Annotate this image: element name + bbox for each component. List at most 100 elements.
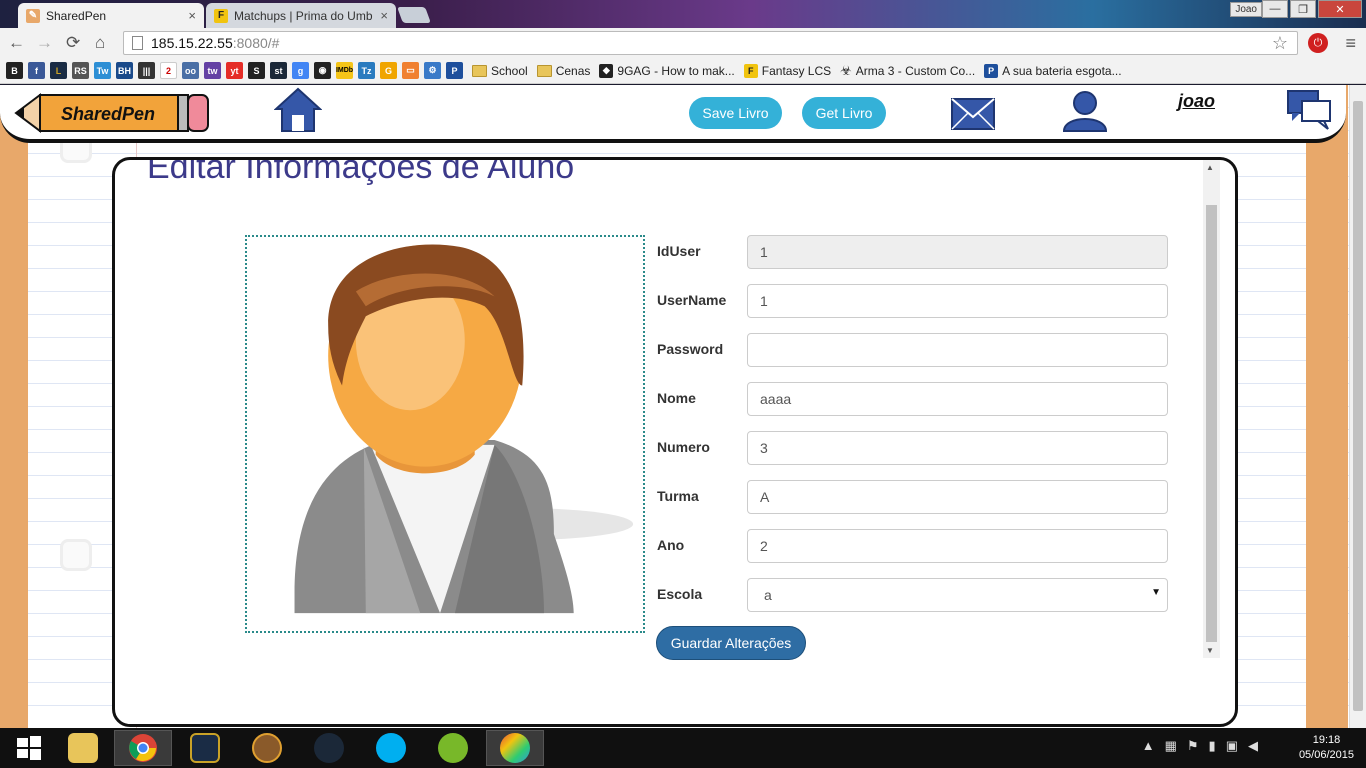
s-icon[interactable]: S	[248, 62, 265, 79]
page-scrollbar-thumb[interactable]	[1353, 101, 1363, 711]
tray-volume-icon[interactable]: ◀	[1248, 738, 1258, 754]
taskbar-chrome[interactable]	[114, 730, 172, 766]
clock-date: 05/06/2015	[1298, 749, 1354, 761]
escola-select[interactable]: a ▼	[747, 578, 1168, 612]
adblock-extension-icon[interactable]: ⏻	[1308, 33, 1328, 53]
form-row-ano: Ano 2	[657, 529, 1169, 563]
g-icon[interactable]: G	[380, 62, 397, 79]
windows-logo-icon	[17, 736, 41, 760]
scroll-down-icon[interactable]: ▼	[1206, 646, 1214, 655]
form-row-escola: Escola a ▼	[657, 578, 1169, 612]
address-bar[interactable]: 185.15.22.55 :8080/#	[123, 31, 1298, 55]
turma-label: Turma	[657, 488, 699, 504]
page-scrollbar[interactable]	[1349, 85, 1366, 728]
taskbar-explorer[interactable]	[54, 730, 112, 766]
tab-matchups[interactable]: F Matchups | Prima do Umb ×	[206, 3, 396, 28]
home-icon[interactable]	[274, 87, 322, 133]
user-photo[interactable]	[245, 235, 645, 633]
get-livro-button[interactable]: Get Livro	[802, 97, 886, 129]
logo-text: SharedPen	[61, 104, 155, 124]
ano-field[interactable]: 2	[747, 529, 1168, 563]
youtube-icon[interactable]: yt	[226, 62, 243, 79]
lol-icon[interactable]: L	[50, 62, 67, 79]
start-button[interactable]	[0, 730, 58, 766]
minimize-button[interactable]: —	[1262, 0, 1288, 18]
maximize-button[interactable]: ❐	[1290, 0, 1316, 18]
bookmark-cenas[interactable]: Cenas	[536, 64, 590, 78]
tray-battery-icon[interactable]: ▮	[1209, 738, 1216, 754]
reload-button[interactable]: ⟳	[66, 33, 80, 53]
bookmark-school[interactable]: School	[472, 64, 528, 78]
taskbar-hearthstone[interactable]	[238, 730, 296, 766]
username-field[interactable]: 1	[747, 284, 1168, 318]
twitch-icon[interactable]: tw	[204, 62, 221, 79]
profile-icon[interactable]	[1060, 89, 1110, 133]
tweetdeck-icon[interactable]: Tw	[94, 62, 111, 79]
p-bookmark-icon[interactable]: P	[446, 62, 463, 79]
tray-network-icon[interactable]: ▣	[1226, 738, 1238, 754]
p-icon: P	[984, 63, 999, 78]
guardar-alteracoes-button[interactable]: Guardar Alterações	[656, 626, 806, 660]
taskbar-steam[interactable]	[300, 730, 358, 766]
bookmark-star-icon[interactable]: ☆	[1272, 33, 1288, 54]
taskbar-paint[interactable]	[486, 730, 544, 766]
bh-icon[interactable]: BH	[116, 62, 133, 79]
bars-icon[interactable]: |||	[138, 62, 155, 79]
oo-icon[interactable]: oo	[182, 62, 199, 79]
runescape-icon[interactable]: RS	[72, 62, 89, 79]
save-livro-button[interactable]: Save Livro	[689, 97, 782, 129]
system-clock[interactable]: 19:18 05/06/2015	[1299, 733, 1354, 763]
tray-flag-icon[interactable]: ⚑	[1187, 738, 1199, 754]
circle-icon[interactable]: ◉	[314, 62, 331, 79]
binder-ring-icon	[60, 539, 92, 571]
username-link[interactable]: joao	[1178, 91, 1215, 112]
mail-icon[interactable]	[950, 97, 996, 131]
steam-icon[interactable]: st	[270, 62, 287, 79]
chat-bookmark-icon[interactable]: ▭	[402, 62, 419, 79]
skype-icon	[376, 733, 406, 763]
google-icon[interactable]: g	[292, 62, 309, 79]
tab-close-icon[interactable]: ×	[380, 8, 388, 23]
numero-field[interactable]: 3	[747, 431, 1168, 465]
paint-icon	[500, 733, 530, 763]
panel-scrollbar-thumb[interactable]	[1206, 205, 1217, 642]
new-tab-button[interactable]	[397, 7, 431, 23]
form-row-iduser: IdUser 1	[657, 235, 1169, 269]
app-header: SharedPen Save Livro Get Livro joao	[0, 85, 1346, 143]
sharedpen-favicon-icon: ✎	[26, 8, 40, 23]
tray-windows-icon[interactable]: ▦	[1165, 738, 1177, 754]
home-button[interactable]: ⌂	[95, 33, 105, 53]
tray-expand-icon[interactable]: ▲	[1142, 738, 1155, 754]
bookmark-bateria[interactable]: PA sua bateria esgota...	[984, 63, 1122, 78]
taskbar-utorrent[interactable]	[424, 730, 482, 766]
back-button[interactable]: ←	[8, 33, 25, 53]
tz-icon[interactable]: Tz	[358, 62, 375, 79]
taskbar-league[interactable]	[176, 730, 234, 766]
notebook-left-margin	[0, 85, 28, 728]
chat-icon[interactable]	[1284, 89, 1334, 131]
chrome-menu-icon[interactable]: ≡	[1345, 33, 1356, 54]
bookmark-fantasy-lcs[interactable]: F Fantasy LCS	[743, 63, 831, 78]
bookmark-icon[interactable]: B	[6, 62, 23, 79]
imdb-icon[interactable]: IMDb	[336, 62, 353, 79]
bookmark-9gag[interactable]: ◆ 9GAG - How to mak...	[599, 63, 735, 78]
hearthstone-icon	[252, 733, 282, 763]
profile-badge[interactable]: Joao	[1230, 2, 1262, 17]
nome-field[interactable]: aaaa	[747, 382, 1168, 416]
settings-bookmark-icon[interactable]: ⚙	[424, 62, 441, 79]
bookmark-arma3[interactable]: ☣ Arma 3 - Custom Co...	[840, 63, 975, 79]
tab-sharedpen[interactable]: ✎ SharedPen ×	[18, 3, 204, 28]
tab-close-icon[interactable]: ×	[188, 8, 196, 23]
system-tray: ▲ ▦ ⚑ ▮ ▣ ◀	[1142, 738, 1258, 754]
panel-scrollbar[interactable]: ▲ ▼	[1203, 160, 1220, 658]
escola-selected-value: a	[764, 587, 772, 603]
password-field[interactable]	[747, 333, 1168, 367]
close-window-button[interactable]: ✕	[1318, 0, 1362, 18]
taskbar-skype[interactable]	[362, 730, 420, 766]
turma-field[interactable]: A	[747, 480, 1168, 514]
scroll-up-icon[interactable]: ▲	[1206, 163, 1214, 172]
facebook-icon[interactable]: f	[28, 62, 45, 79]
forward-button[interactable]: →	[36, 33, 53, 53]
two-icon[interactable]: 2	[160, 62, 177, 79]
sharedpen-logo[interactable]: SharedPen	[14, 89, 210, 137]
